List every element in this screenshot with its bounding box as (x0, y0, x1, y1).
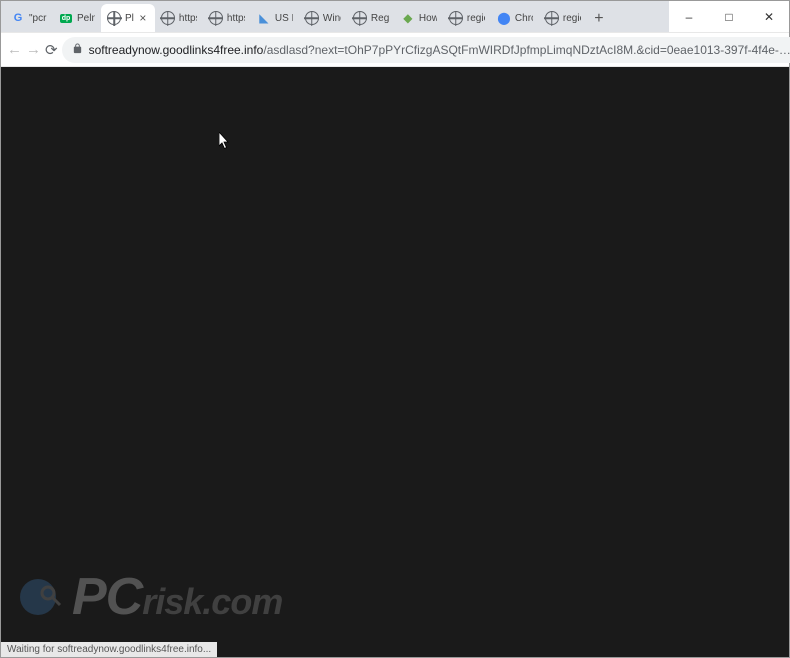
close-tab-icon[interactable]: × (137, 12, 149, 24)
maximize-button[interactable]: □ (709, 1, 749, 33)
tab-5[interactable]: ◣ US Fr (251, 4, 299, 32)
tab-title: regio (467, 13, 485, 24)
diamond-icon: ◆ (401, 11, 415, 25)
tab-title: "pcris (29, 13, 47, 24)
new-tab-button[interactable]: + (587, 6, 611, 32)
tab-title: https: (179, 13, 197, 24)
close-window-button[interactable]: ✕ (749, 1, 789, 33)
cursor-icon (219, 132, 231, 150)
tab-2-active[interactable]: Pl × (101, 4, 155, 32)
watermark: PCrisk.com (16, 567, 282, 627)
status-bar: Waiting for softreadynow.goodlinks4free.… (1, 642, 217, 657)
globe-icon (161, 11, 175, 25)
reload-button[interactable]: ⟳ (45, 37, 58, 63)
page-icon: ◣ (257, 11, 271, 25)
window-controls: – □ ✕ (669, 1, 789, 32)
minimize-button[interactable]: – (669, 1, 709, 33)
toolbar: ← → ⟳ softreadynow.goodlinks4free.info/a… (1, 33, 789, 67)
tab-9[interactable]: regio (443, 4, 491, 32)
forward-button[interactable]: → (26, 37, 41, 63)
tab-8[interactable]: ◆ How (395, 4, 443, 32)
tab-title: Chro (515, 13, 533, 24)
tab-11[interactable]: regio (539, 4, 587, 32)
lock-icon (72, 43, 83, 57)
watermark-sub: risk.com (142, 581, 282, 623)
tab-title: Wind (323, 13, 341, 24)
globe-icon (305, 11, 319, 25)
globe-icon (107, 11, 121, 25)
globe-icon (353, 11, 367, 25)
globe-icon (449, 11, 463, 25)
tab-0[interactable]: G "pcris (5, 4, 53, 32)
tab-title: How (419, 13, 437, 24)
tab-title: Pelny (77, 13, 95, 24)
tab-4[interactable]: https: (203, 4, 251, 32)
tab-title: US Fr (275, 13, 293, 24)
tab-title: https: (227, 13, 245, 24)
url-path: /asdlasd?next=tOhP7pPYrCfizgASQtFmWIRDfJ… (263, 43, 790, 57)
google-icon: G (11, 11, 25, 25)
tab-10[interactable]: ⬤ Chro (491, 4, 539, 32)
browser-window: G "pcris dp Pelny Pl × https: https: ◣ (0, 0, 790, 658)
watermark-text: PCrisk.com (72, 567, 282, 627)
tab-3[interactable]: https: (155, 4, 203, 32)
tab-strip: G "pcris dp Pelny Pl × https: https: ◣ (1, 1, 669, 32)
titlebar: G "pcris dp Pelny Pl × https: https: ◣ (1, 1, 789, 33)
watermark-main: PC (72, 567, 142, 627)
globe-icon (545, 11, 559, 25)
tab-title: regio (563, 13, 581, 24)
tab-1[interactable]: dp Pelny (53, 4, 101, 32)
dp-icon: dp (59, 11, 73, 25)
url-text: softreadynow.goodlinks4free.info/asdlasd… (89, 43, 790, 57)
address-bar[interactable]: softreadynow.goodlinks4free.info/asdlasd… (62, 37, 790, 63)
tab-7[interactable]: Regis (347, 4, 395, 32)
watermark-icon (16, 573, 64, 621)
page-viewport: PCrisk.com Waiting for softreadynow.good… (1, 67, 789, 657)
globe-icon (209, 11, 223, 25)
tab-title: Regis (371, 13, 389, 24)
url-domain: softreadynow.goodlinks4free.info (89, 43, 264, 57)
chrome-icon: ⬤ (497, 11, 511, 25)
tab-6[interactable]: Wind (299, 4, 347, 32)
back-button[interactable]: ← (7, 37, 22, 63)
tab-title: Pl (125, 13, 134, 24)
